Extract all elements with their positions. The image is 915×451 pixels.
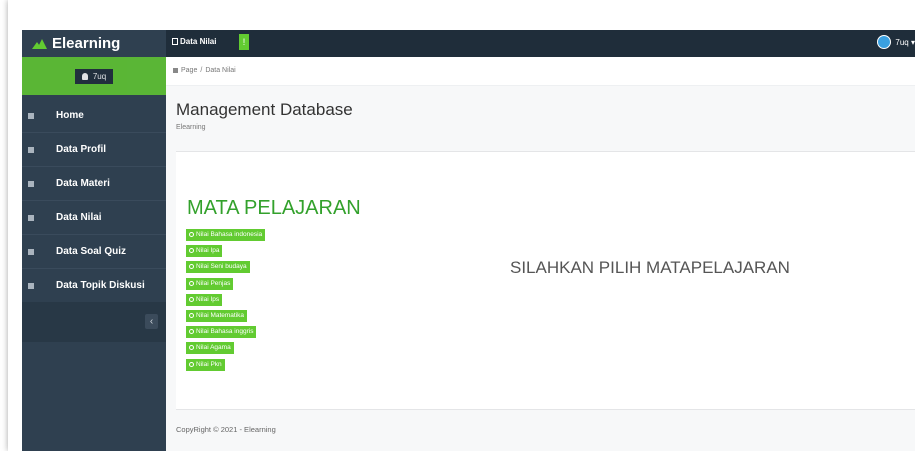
subject-label: Nilai Seni budaya — [196, 263, 247, 271]
sidebar-item-label: Data Nilai — [56, 212, 102, 223]
user-panel: 7uq — [22, 57, 166, 95]
subject-button-agama[interactable]: Nilai Agama — [186, 342, 234, 355]
subject-list: Nilai Bahasa indonesia Nilai Ipa Nilai S… — [186, 229, 266, 375]
sidebar-item-data-nilai[interactable]: Data Nilai — [22, 201, 166, 235]
avatar — [877, 35, 892, 49]
subject-label: Nilai Penjas — [196, 279, 231, 287]
subject-button-ips[interactable]: Nilai Ips — [186, 293, 223, 306]
user-icon — [28, 146, 34, 153]
sidebar-item-data-profil[interactable]: Data Profil — [22, 133, 166, 167]
calendar-icon — [28, 282, 34, 289]
edit-icon — [189, 232, 194, 237]
breadcrumb: Page / Data Nilai — [173, 67, 236, 74]
user-menu[interactable]: 7uq ▾ — [877, 35, 915, 49]
sidebar-item-home[interactable]: Home — [22, 99, 166, 133]
sidebar-item-label: Data Materi — [56, 178, 110, 189]
subject-button-ipa[interactable]: Nilai Ipa — [186, 245, 223, 258]
breadcrumb-bar: Page / Data Nilai — [166, 57, 915, 86]
edit-icon — [189, 329, 194, 335]
tab-label: Data Nilai — [180, 37, 217, 46]
subject-button-seni-budaya[interactable]: Nilai Seni budaya — [186, 261, 250, 274]
sidebar-item-label: Data Soal Quiz — [56, 246, 127, 257]
edit-icon — [28, 248, 34, 255]
edit-icon — [189, 264, 194, 270]
user-chip[interactable]: 7uq — [74, 68, 114, 84]
edit-icon — [189, 312, 194, 318]
sidebar-item-data-topik-diskusi[interactable]: Data Topik Diskusi — [22, 269, 166, 303]
subject-label: Nilai Ipa — [196, 247, 220, 255]
edit-icon — [189, 361, 194, 367]
subject-label: Nilai Agama — [196, 344, 231, 352]
subject-button-bahasa-indonesia[interactable]: Nilai Bahasa indonesia — [186, 229, 266, 241]
sidebar-menu: Home Data Profil Data Materi Data Nilai … — [22, 99, 166, 303]
sidebar-item-data-soal-quiz[interactable]: Data Soal Quiz — [22, 235, 166, 269]
tab-data-nilai[interactable]: Data Nilai — [172, 37, 216, 46]
breadcrumb-current: Data Nilai — [205, 67, 236, 74]
alert-badge[interactable]: ! — [239, 34, 249, 50]
edit-icon — [189, 248, 194, 254]
user-name: 7uq — [92, 71, 107, 81]
sidebar-collapse-row: ‹ — [22, 302, 166, 342]
breadcrumb-home[interactable]: Page — [181, 67, 197, 74]
section-title: MATA PELAJARAN — [187, 197, 361, 219]
footer-copyright: CopyRight © 2021 - Elearning — [176, 425, 276, 434]
home-icon — [28, 112, 34, 119]
subject-button-matematika[interactable]: Nilai Matematika — [186, 309, 248, 322]
book-icon — [28, 214, 34, 221]
edit-icon — [189, 296, 194, 302]
subject-button-bahasa-inggris[interactable]: Nilai Bahasa inggris — [186, 326, 257, 339]
top-navbar: Data Nilai ! 7uq ▾ — [166, 30, 915, 57]
subject-label: Nilai Bahasa indonesia — [196, 231, 263, 238]
table-icon — [172, 38, 178, 45]
collapse-sidebar-button[interactable]: ‹ — [145, 314, 158, 329]
edit-icon — [189, 345, 194, 351]
page-subtitle: Elearning — [176, 124, 206, 131]
user-icon — [81, 72, 88, 80]
logo-icon — [32, 38, 47, 49]
subject-label: Nilai Matematika — [196, 311, 245, 319]
book-icon — [28, 180, 34, 187]
page-title: Management Database — [176, 100, 353, 119]
breadcrumb-separator: / — [200, 67, 203, 74]
sidebar-item-label: Data Topik Diskusi — [56, 280, 145, 291]
edit-icon — [189, 280, 194, 286]
main-panel — [176, 151, 915, 410]
subject-label: Nilai Ips — [196, 295, 220, 303]
brand[interactable]: Elearning — [22, 30, 166, 57]
sidebar-item-data-materi[interactable]: Data Materi — [22, 167, 166, 201]
sidebar-item-label: Home — [56, 110, 84, 121]
subject-button-penjas[interactable]: Nilai Penjas — [186, 277, 234, 290]
subject-label: Nilai Pkn — [196, 360, 222, 368]
user-menu-label: 7uq ▾ — [895, 37, 915, 47]
subject-label: Nilai Bahasa inggris — [196, 328, 254, 336]
brand-title: Elearning — [52, 35, 121, 52]
subject-button-pkn[interactable]: Nilai Pkn — [186, 358, 225, 371]
sidebar-item-label: Data Profil — [56, 144, 107, 155]
home-icon — [173, 68, 178, 73]
select-subject-message: SILAHKAN PILIH MATAPELAJARAN — [510, 258, 790, 277]
